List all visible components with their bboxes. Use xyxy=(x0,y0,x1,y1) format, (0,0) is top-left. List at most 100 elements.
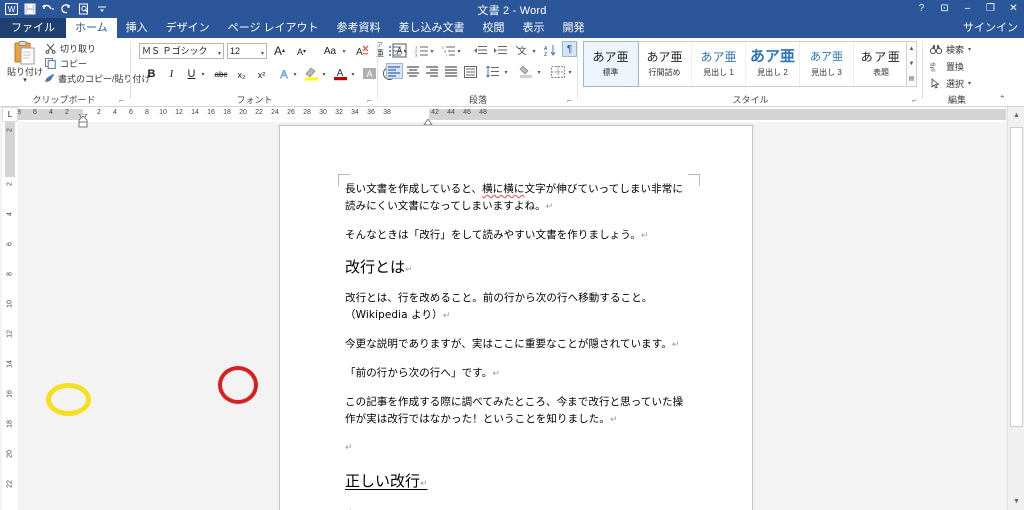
asian-layout-button[interactable]: 文 xyxy=(514,42,530,59)
text-effects-caret-icon[interactable]: ▾ xyxy=(291,66,299,83)
superscript-button[interactable]: x² xyxy=(253,66,270,83)
heading-tadashii-kaigyo: 正しい改行↵ xyxy=(345,470,690,491)
format-painter-button[interactable]: 書式のコピー/貼り付け xyxy=(44,71,151,86)
font-name-caret-icon[interactable]: ▾ xyxy=(218,47,221,58)
pilcrow-mark: ↵ xyxy=(345,442,353,452)
restore-button[interactable]: ❐ xyxy=(984,0,997,18)
paragraph-dialog-launcher[interactable]: ⌐ xyxy=(565,96,574,105)
decrease-indent-button[interactable] xyxy=(472,42,488,59)
styles-more-icon[interactable]: ▤ xyxy=(909,72,915,86)
align-left-button[interactable] xyxy=(386,63,403,79)
document-text-body[interactable]: 長い文書を作成していると、横に横に文字が伸びていってしまい非常に読みにくい文書に… xyxy=(345,181,690,510)
select-button[interactable]: 選択 ▾ xyxy=(929,77,971,90)
font-size-caret-icon[interactable]: ▾ xyxy=(261,47,264,61)
change-case-caret-icon[interactable]: ▾ xyxy=(340,43,348,60)
tab-design[interactable]: デザイン xyxy=(157,18,219,38)
cut-button[interactable]: 切り取り xyxy=(44,41,126,56)
align-center-button[interactable] xyxy=(405,63,422,80)
character-shading-button[interactable]: A xyxy=(361,65,378,82)
heading-text: 正しい改行 xyxy=(345,472,421,490)
vertical-scrollbar[interactable]: ▲ ▼ xyxy=(1007,107,1024,510)
tab-file[interactable]: ファイル xyxy=(0,18,66,38)
copy-button[interactable]: コピー xyxy=(44,56,126,71)
underline-button[interactable]: U xyxy=(183,65,200,82)
multilevel-list-caret-icon[interactable]: ▾ xyxy=(455,43,463,60)
styles-scroll-down-icon[interactable]: ▼ xyxy=(909,57,915,71)
shading-button[interactable] xyxy=(518,63,534,80)
align-right-button[interactable] xyxy=(424,63,441,80)
scroll-down-button[interactable]: ▼ xyxy=(1008,493,1024,510)
change-case-button[interactable]: Aa xyxy=(319,43,341,60)
horizontal-ruler[interactable]: 8 6 4 2 2 4 6 8 10 12 14 16 18 20 22 24 … xyxy=(17,107,1006,128)
strikethrough-button[interactable]: abc xyxy=(211,66,231,83)
shrink-font-button[interactable]: A ▾ xyxy=(293,43,310,60)
line-spacing-button[interactable] xyxy=(485,63,501,80)
tab-insert[interactable]: 挿入 xyxy=(117,18,157,38)
borders-caret-icon[interactable]: ▾ xyxy=(566,64,574,81)
tab-developer[interactable]: 開発 xyxy=(554,18,594,38)
font-color-caret-icon[interactable]: ▾ xyxy=(349,66,357,83)
tab-review[interactable]: 校閲 xyxy=(474,18,514,38)
close-button[interactable]: ✕ xyxy=(1007,0,1020,18)
bullets-caret-icon[interactable]: ▾ xyxy=(401,43,409,60)
styles-scroll-up-icon[interactable]: ▲ xyxy=(909,42,915,56)
sign-in-link[interactable]: サインイン xyxy=(963,18,1018,38)
sort-button[interactable]: AZ xyxy=(542,42,558,59)
asian-layout-caret-icon[interactable]: ▾ xyxy=(530,43,538,60)
font-size-combobox[interactable]: 12 ▾ xyxy=(227,43,267,59)
document-page[interactable]: 長い文書を作成していると、横に横に文字が伸びていってしまい非常に読みにくい文書に… xyxy=(279,125,753,510)
styles-gallery-scroll[interactable]: ▲ ▼ ▤ xyxy=(906,41,917,87)
replace-button[interactable]: ab ac 置換 xyxy=(929,60,964,73)
ribbon-group-font: ＭＳ Ｐゴシック ▾ 12 ▾ A▴ A▾ Aa ▾ A ア亜 A B I U xyxy=(133,38,407,107)
ribbon-tab-strip: ファイル ホーム 挿入 デザイン ページ レイアウト 参考資料 差し込み文書 校… xyxy=(0,18,1024,38)
bold-button[interactable]: B xyxy=(143,65,160,82)
text-highlight-button[interactable] xyxy=(303,65,320,82)
find-caret-icon[interactable]: ▾ xyxy=(968,46,971,53)
clear-formatting-button[interactable]: A xyxy=(354,42,371,59)
tab-references[interactable]: 参考資料 xyxy=(328,18,390,38)
numbering-caret-icon[interactable]: ▾ xyxy=(428,43,436,60)
style-item-title[interactable]: あア亜 表題 xyxy=(854,42,908,86)
tab-home[interactable]: ホーム xyxy=(66,18,117,38)
tab-page-layout[interactable]: ページ レイアウト xyxy=(219,18,328,38)
show-formatting-marks-button[interactable]: ¶ xyxy=(562,41,577,57)
italic-button[interactable]: I xyxy=(163,65,180,82)
styles-dialog-launcher[interactable]: ⌐ xyxy=(910,96,919,105)
subscript-button[interactable]: x₂ xyxy=(233,66,250,83)
grow-font-button[interactable]: A ▴ xyxy=(271,42,288,59)
increase-indent-button[interactable] xyxy=(492,42,508,59)
borders-button[interactable] xyxy=(550,63,566,80)
minimize-button[interactable]: – xyxy=(961,0,974,18)
justify-button[interactable] xyxy=(443,63,460,80)
ribbon-display-options-button[interactable]: ⊡ xyxy=(938,0,951,18)
font-name-combobox[interactable]: ＭＳ Ｐゴシック ▾ xyxy=(139,43,224,59)
paste-button[interactable]: 貼り付け ▾ xyxy=(6,40,44,92)
tab-view[interactable]: 表示 xyxy=(514,18,554,38)
tab-stop-selector[interactable]: L xyxy=(2,107,18,122)
styles-group-label: スタイル xyxy=(732,95,769,105)
font-dialog-launcher[interactable]: ⌐ xyxy=(365,96,374,105)
scroll-up-button[interactable]: ▲ xyxy=(1008,107,1024,124)
select-caret-icon[interactable]: ▾ xyxy=(968,80,971,87)
help-button[interactable]: ? xyxy=(915,0,928,18)
collapse-ribbon-button[interactable]: ⌃ xyxy=(998,94,1006,105)
vertical-ruler[interactable]: 2 2 4 6 8 10 12 14 16 18 20 22 xyxy=(2,122,18,510)
style-item-heading2[interactable]: あア亜 見出し 2 xyxy=(746,42,800,86)
distribute-button[interactable] xyxy=(462,63,479,80)
style-item-heading1[interactable]: あア亜 見出し 1 xyxy=(692,42,746,86)
shading-caret-icon[interactable]: ▾ xyxy=(535,64,543,81)
left-indent-marker[interactable] xyxy=(78,115,88,133)
paste-dropdown-caret-icon[interactable]: ▾ xyxy=(23,77,27,84)
find-button[interactable]: 検索 ▾ xyxy=(929,43,971,56)
style-item-no-spacing[interactable]: あア亜 行間詰め xyxy=(638,42,692,86)
line-spacing-caret-icon[interactable]: ▾ xyxy=(502,64,510,81)
style-item-heading3[interactable]: あア亜 見出し 3 xyxy=(800,42,854,86)
text-effects-button[interactable]: A xyxy=(275,65,292,82)
style-item-standard[interactable]: あア亜 標準 xyxy=(583,41,639,87)
scrollbar-thumb[interactable] xyxy=(1010,127,1023,427)
tab-mailings[interactable]: 差し込み文書 xyxy=(390,18,474,38)
text-highlight-caret-icon[interactable]: ▾ xyxy=(320,66,328,83)
underline-caret-icon[interactable]: ▾ xyxy=(199,66,207,83)
font-color-button[interactable]: A xyxy=(332,65,349,82)
clipboard-dialog-launcher[interactable]: ⌐ xyxy=(117,96,126,105)
